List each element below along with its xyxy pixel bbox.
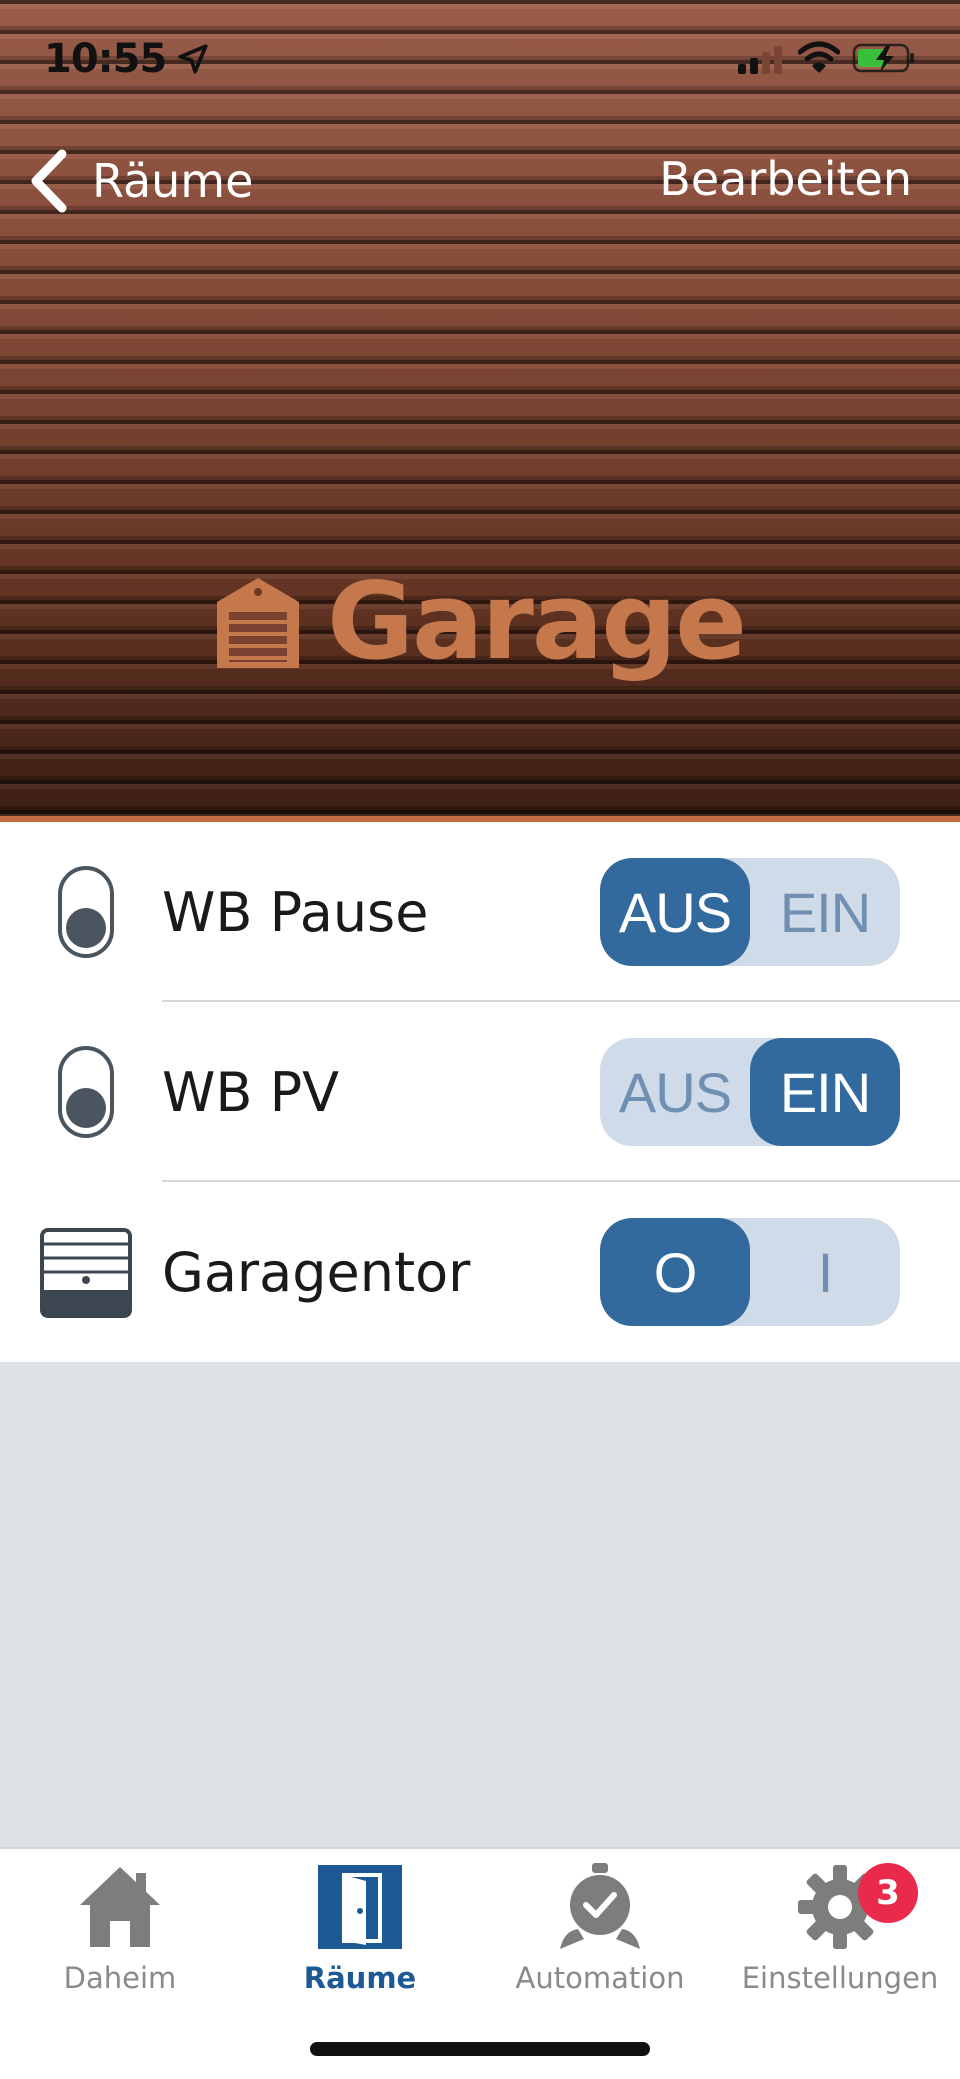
battery-charging-icon — [852, 43, 914, 73]
option-aus[interactable]: AUS — [600, 1038, 750, 1146]
tab-label: Daheim — [63, 1961, 177, 1995]
option-on[interactable]: I — [750, 1218, 900, 1326]
chevron-left-icon — [31, 149, 67, 213]
device-toggle: O I — [600, 1218, 900, 1326]
tab-label: Räume — [303, 1961, 417, 1995]
status-bar: 10:55 — [0, 0, 960, 110]
device-row-garagentor: Garagentor O I — [0, 1182, 960, 1362]
device-label: WB PV — [162, 1060, 340, 1124]
location-arrow-icon — [178, 44, 208, 74]
device-row-wb-pv: WB PV AUS EIN — [0, 1002, 960, 1182]
option-ein[interactable]: EIN — [750, 858, 900, 966]
tab-label: Automation — [515, 1961, 685, 1995]
notification-badge: 3 — [858, 1863, 918, 1923]
garage-icon — [216, 577, 299, 668]
room-title-group: Garage — [0, 560, 960, 683]
device-list: WB Pause AUS EIN WB PV AUS EIN Garagento… — [0, 822, 960, 1362]
back-button-label: Räume — [92, 154, 254, 208]
tab-daheim[interactable]: Daheim — [0, 1849, 240, 2019]
option-ein[interactable]: EIN — [750, 1038, 900, 1146]
home-icon — [80, 1867, 160, 1947]
status-time: 10:55 — [44, 36, 167, 82]
tab-bar: Daheim Räume Automation Einstellungen 3 — [0, 1847, 960, 2079]
device-label: Garagentor — [162, 1240, 471, 1304]
switch-icon — [58, 866, 114, 958]
home-indicator — [310, 2042, 650, 2056]
back-button[interactable]: Räume — [26, 146, 253, 216]
device-label: WB Pause — [162, 880, 429, 944]
tab-automation[interactable]: Automation — [480, 1849, 720, 2019]
tab-label: Einstellungen — [741, 1961, 939, 1995]
garage-door-icon — [40, 1228, 132, 1318]
tab-einstellungen[interactable]: Einstellungen 3 — [720, 1849, 960, 2019]
tab-raeume[interactable]: Räume — [240, 1849, 480, 2019]
device-toggle: AUS EIN — [600, 858, 900, 966]
room-title: Garage — [326, 560, 747, 683]
door-icon — [318, 1865, 402, 1949]
room-header-image: 10:55 Räume Bearbeiten Garage — [0, 0, 960, 822]
wifi-icon — [798, 41, 840, 73]
device-row-wb-pause: WB Pause AUS EIN — [0, 822, 960, 1002]
switch-icon — [58, 1046, 114, 1138]
option-aus[interactable]: AUS — [600, 858, 750, 966]
cellular-signal-icon — [738, 46, 782, 74]
option-off[interactable]: O — [600, 1218, 750, 1326]
timer-icon — [560, 1863, 640, 1949]
edit-button[interactable]: Bearbeiten — [659, 152, 912, 206]
device-toggle: AUS EIN — [600, 1038, 900, 1146]
